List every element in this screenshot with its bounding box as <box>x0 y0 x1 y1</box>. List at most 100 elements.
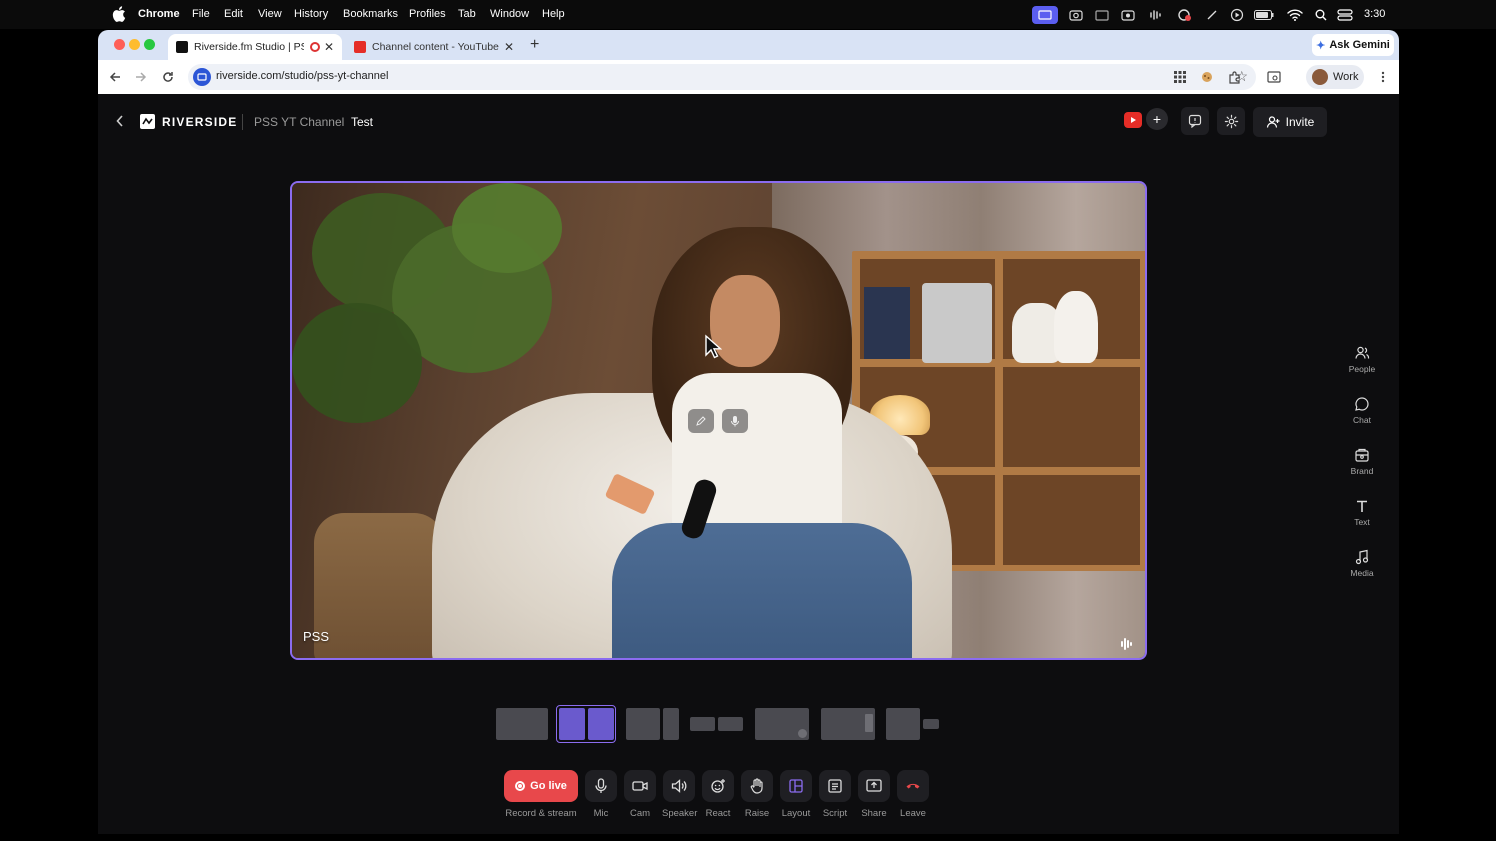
menu-file[interactable]: File <box>192 8 210 20</box>
settings-button[interactable] <box>1217 107 1245 135</box>
layout-button[interactable] <box>780 770 812 802</box>
menu-edit[interactable]: Edit <box>224 8 243 20</box>
leave-label: Leave <box>900 808 926 819</box>
menu-bar-clock[interactable]: 3:30 <box>1364 8 1385 20</box>
gemini-sparkle-icon: ✦ <box>1316 39 1326 52</box>
audio-wave-status-icon[interactable] <box>1148 6 1164 24</box>
url-text[interactable]: riverside.com/studio/pss-yt-channel <box>216 70 388 82</box>
menu-view[interactable]: View <box>258 8 282 20</box>
menu-profiles[interactable]: Profiles <box>409 8 446 20</box>
control-center-icon[interactable] <box>1335 6 1355 24</box>
breadcrumb-channel[interactable]: PSS YT Channel <box>254 115 344 129</box>
back-icon[interactable] <box>106 68 124 86</box>
ask-gemini-button[interactable]: ✦ Ask Gemini <box>1312 34 1394 56</box>
cam-control[interactable]: Cam <box>623 770 657 819</box>
youtube-destination-icon[interactable] <box>1124 112 1142 128</box>
leave-button[interactable] <box>897 770 929 802</box>
sidebar-item-text[interactable]: Text <box>1342 497 1382 527</box>
react-button[interactable] <box>702 770 734 802</box>
wifi-icon[interactable] <box>1287 6 1303 24</box>
sidebar-item-media[interactable]: Media <box>1342 548 1382 578</box>
apple-icon[interactable] <box>112 6 126 22</box>
sidebar-item-brand[interactable]: Brand <box>1342 446 1382 476</box>
layout-option-speaker-with-pip[interactable] <box>754 706 810 742</box>
forward-icon[interactable] <box>132 68 150 86</box>
sidebar-item-label: Brand <box>1350 466 1374 476</box>
tile-edit-button[interactable] <box>688 409 714 433</box>
menu-tab[interactable]: Tab <box>458 8 476 20</box>
creative-cloud-status-icon[interactable] <box>1175 6 1193 24</box>
layout-control[interactable]: Layout <box>779 770 813 819</box>
mic-button[interactable] <box>585 770 617 802</box>
close-tab-icon[interactable]: ✕ <box>504 40 514 54</box>
feedback-button[interactable] <box>1181 107 1209 135</box>
breadcrumb-session[interactable]: Test <box>351 115 373 129</box>
raise-hand-button[interactable] <box>741 770 773 802</box>
script-button[interactable] <box>819 770 851 802</box>
go-live-button[interactable]: Go live <box>504 770 578 802</box>
menu-app-name[interactable]: Chrome <box>138 8 180 20</box>
layout-option-side-by-side[interactable] <box>556 705 616 743</box>
menu-bookmarks[interactable]: Bookmarks <box>343 8 398 20</box>
speaker-button[interactable] <box>663 770 695 802</box>
tab-riverside-studio[interactable]: Riverside.fm Studio | PSS ✕ <box>168 34 342 60</box>
address-bar[interactable]: riverside.com/studio/pss-yt-channel ☆ <box>188 64 1256 90</box>
tab-youtube-channel-content[interactable]: Channel content - YouTube St ✕ <box>346 34 522 60</box>
gear-icon <box>1224 114 1238 128</box>
extensions-puzzle-icon[interactable] <box>1225 68 1243 86</box>
pen-status-icon[interactable] <box>1204 6 1220 24</box>
camera-status-icon[interactable] <box>1068 6 1084 24</box>
leave-control[interactable]: Leave <box>896 770 930 819</box>
close-window-button[interactable] <box>114 39 125 50</box>
mic-control[interactable]: Mic <box>584 770 618 819</box>
avatar <box>1312 69 1328 85</box>
layout-option-main-plus-side[interactable] <box>624 706 680 742</box>
layout-option-small-tiles[interactable] <box>884 706 940 742</box>
menu-history[interactable]: History <box>294 8 328 20</box>
go-live-caption: Record & stream <box>505 808 577 819</box>
battery-icon[interactable] <box>1254 6 1274 24</box>
profile-chip[interactable]: Work <box>1306 65 1364 89</box>
screen-share-status-icon[interactable] <box>1032 6 1058 24</box>
menu-help[interactable]: Help <box>542 8 565 20</box>
sidebar-item-chat[interactable]: Chat <box>1342 395 1382 425</box>
tab-strip: Riverside.fm Studio | PSS ✕ Channel cont… <box>98 30 1399 60</box>
menu-window[interactable]: Window <box>490 8 529 20</box>
react-icon <box>711 779 725 793</box>
invite-button[interactable]: Invite <box>1253 107 1327 137</box>
sidebar-item-people[interactable]: People <box>1342 344 1382 374</box>
minimize-window-button[interactable] <box>129 39 140 50</box>
tile-mic-button[interactable] <box>722 409 748 433</box>
share-button[interactable] <box>858 770 890 802</box>
react-control[interactable]: React <box>701 770 735 819</box>
layout-option-main-with-strip[interactable] <box>820 706 876 742</box>
extension-cookie-icon[interactable] <box>1198 68 1216 86</box>
layout-option-two-up-wide[interactable] <box>688 706 744 742</box>
riverside-logo[interactable]: RIVERSIDE <box>140 114 237 129</box>
zoom-window-button[interactable] <box>144 39 155 50</box>
layout-icon <box>789 779 803 793</box>
cam-button[interactable] <box>624 770 656 802</box>
play-status-icon[interactable] <box>1229 6 1245 24</box>
breadcrumb-divider <box>242 114 243 130</box>
record-dot-icon <box>515 781 526 791</box>
share-control[interactable]: Share <box>857 770 891 819</box>
apps-grid-icon[interactable] <box>1171 68 1189 86</box>
layout-option-single[interactable] <box>494 706 550 742</box>
script-control[interactable]: Script <box>818 770 852 819</box>
back-chevron-icon[interactable] <box>116 114 124 130</box>
participant-video-tile[interactable]: PSS <box>290 181 1147 660</box>
reload-icon[interactable] <box>159 68 177 86</box>
audio-level-icon <box>1121 638 1132 650</box>
record-status-icon[interactable] <box>1120 6 1136 24</box>
site-info-icon[interactable] <box>193 68 211 86</box>
raise-control[interactable]: Raise <box>740 770 774 819</box>
folder-status-icon[interactable] <box>1094 6 1110 24</box>
new-tab-button[interactable]: + <box>530 36 539 54</box>
more-menu-icon[interactable] <box>1374 68 1392 86</box>
tab-search-icon[interactable] <box>1265 68 1283 86</box>
spotlight-search-icon[interactable] <box>1313 6 1329 24</box>
close-tab-icon[interactable]: ✕ <box>324 40 334 54</box>
speaker-control[interactable]: Speaker <box>662 770 697 819</box>
add-destination-button[interactable]: + <box>1146 108 1168 130</box>
